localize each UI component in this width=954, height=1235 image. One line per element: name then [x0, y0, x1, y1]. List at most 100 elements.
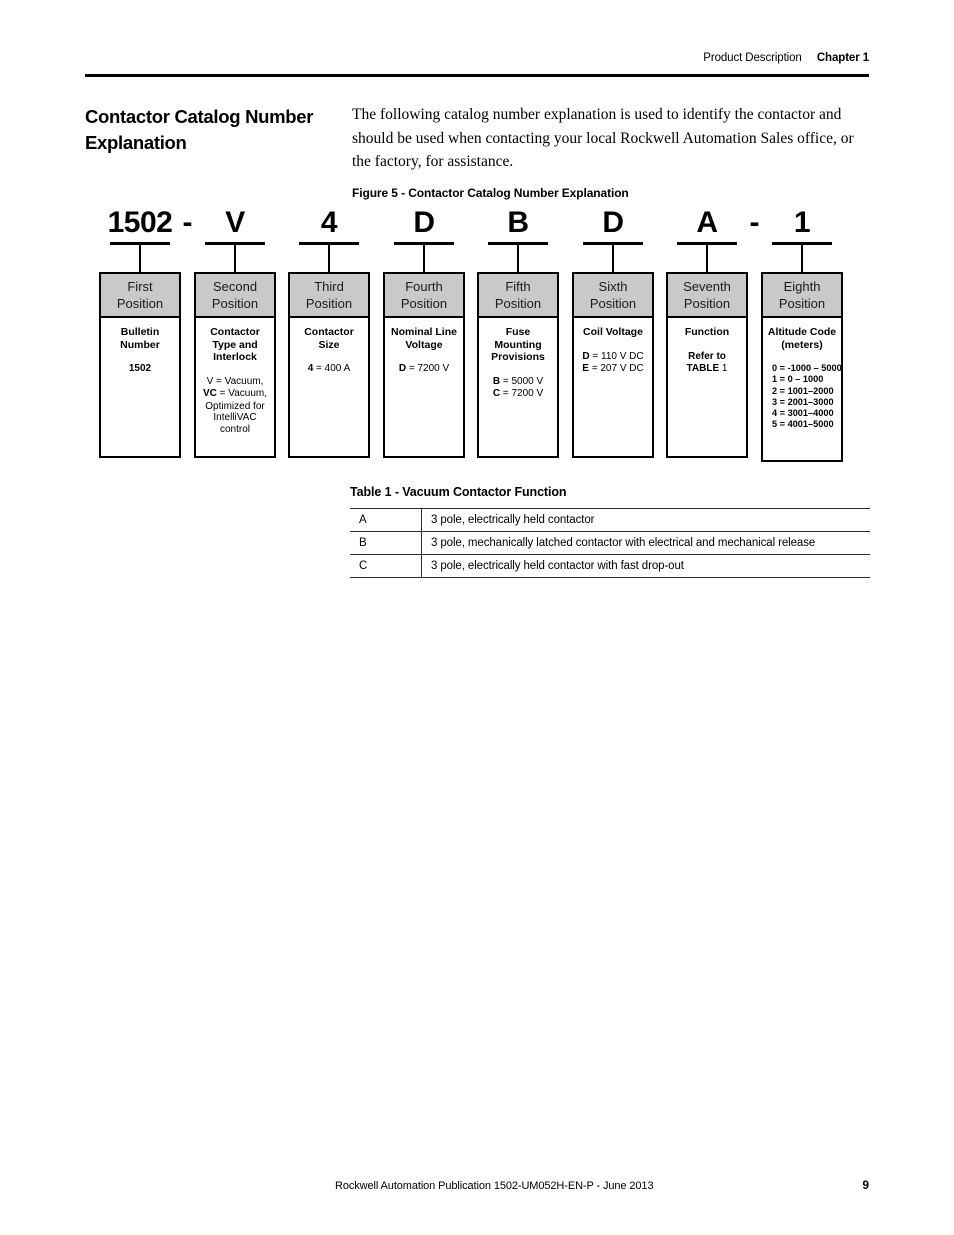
altitude-code-list: 0 = -1000 – 5000 1 = 0 – 1000 2 = 1001–200…: [766, 363, 842, 431]
position-box-title-8: Altitude Code (meters): [767, 326, 837, 351]
position-box-8: Eighth Position Altitude Code (meters) 0 = …: [761, 272, 843, 462]
catalog-char-5: B: [507, 206, 529, 239]
position-box-title-3: Contactor Size: [304, 326, 354, 351]
position-box-4: Fourth Position Nominal Line Voltage D = 72…: [383, 272, 465, 458]
position-box-header-8: Eighth Position: [763, 274, 841, 318]
position-header-line2-4: Position: [400, 295, 448, 311]
position-box-5: Fifth Position Fuse Mounting Provisions B =…: [477, 272, 559, 458]
position-box-line-5-1: B = 5000 V: [492, 375, 544, 387]
page-title: Contactor Catalog Number Explanation: [85, 106, 314, 153]
intro-paragraph: The following catalog number explanation…: [352, 106, 854, 170]
position-box-body-8: Altitude Code (meters) 0 = -1000 – 5000 1 …: [763, 318, 842, 435]
footer-publication: Rockwell Automation Publication 1502-UM0…: [335, 1180, 654, 1192]
position-box-line-2-1: V = Vacuum,: [206, 375, 264, 387]
catalog-char-3: 4: [320, 206, 338, 239]
altitude-code-item-1: 0 = -1000 – 5000: [772, 363, 842, 373]
position-box-title-2: Contactor Type and Interlock: [210, 326, 260, 363]
position-box-line-3-1: 4 = 400 A: [307, 363, 351, 374]
position-box-line-2-4: IntelliVAC control: [213, 412, 257, 435]
position-box-line-7-1: Refer to: [688, 350, 726, 362]
position-box-title-1: Bulletin Number: [120, 326, 160, 351]
catalog-separator-2: -: [749, 206, 760, 239]
position-box-1: First Position Bulletin Number 1502: [99, 272, 181, 458]
position-box-line-6-1: D = 110 V DC: [582, 350, 644, 362]
table-caption: Table 1 - Vacuum Contactor Function: [350, 485, 567, 499]
position-box-title-5: Fuse Mounting Provisions: [491, 326, 545, 363]
table-cell-code: B: [350, 531, 422, 555]
catalog-connector-line-4: [423, 245, 425, 272]
table-cell-description: 3 pole, mechanically latched contactor w…: [421, 531, 870, 555]
table-cell-description: 3 pole, electrically held contactor: [421, 508, 870, 532]
position-box-3: Third Position Contactor Size 4 = 400 A: [288, 272, 370, 458]
vacuum-contactor-function-table: A3 pole, electrically held contactor B 3 p…: [350, 508, 870, 578]
header-description: Product Description: [703, 52, 802, 64]
position-box-line-1-1: 1502: [128, 363, 152, 374]
catalog-char-6: D: [602, 206, 624, 239]
position-box-line-2-3: Optimized for: [205, 400, 265, 412]
position-header-line2-6: Position: [589, 295, 637, 311]
position-box-body-5: Fuse Mounting Provisions B = 5000 VC = 72…: [479, 318, 557, 405]
position-box-line-4-1: D = 7200 V: [398, 363, 450, 374]
altitude-code-item-2: 1 = 0 – 1000: [772, 374, 824, 385]
position-box-header-1: First Position: [101, 274, 179, 318]
position-box-6: Sixth Position Coil Voltage D = 110 V DC E =…: [572, 272, 654, 458]
table-cell-code: A: [350, 508, 422, 532]
position-box-line-6-2: E = 207 V DC: [582, 363, 644, 374]
header-rule: [85, 74, 869, 77]
page-footer: Rockwell Automation Publication 1502-UM0…: [335, 1178, 869, 1192]
position-header-line2-1: Position: [116, 295, 164, 311]
position-box-body-6: Coil Voltage D = 110 V DC E = 207 V DC: [574, 318, 652, 380]
position-box-line-2-2: VC = Vacuum,: [202, 388, 268, 399]
catalog-connector-line-8: [801, 245, 803, 272]
position-header-line2-5: Position: [494, 295, 542, 311]
position-header-line1-3: Third: [314, 279, 344, 294]
position-box-title-4: Nominal Line Voltage: [391, 326, 457, 351]
catalog-connector-line-3: [328, 245, 330, 272]
position-header-line1-1: First: [127, 279, 153, 294]
position-box-header-5: Fifth Position: [479, 274, 557, 318]
position-header-line1-5: Fifth: [505, 279, 531, 294]
altitude-code-item-5: 4 = 3001–4000: [772, 408, 834, 419]
position-header-line2-2: Position: [211, 295, 259, 311]
figure-caption: Figure 5 - Contactor Catalog Number Expl…: [352, 186, 629, 200]
position-box-7: Seventh Position Function Refer to TABLE 1: [666, 272, 748, 458]
catalog-char-4: D: [413, 206, 435, 239]
position-header-line2-7: Position: [683, 295, 731, 311]
altitude-code-item-4: 3 = 2001–3000: [772, 396, 834, 407]
table-cell-code: C: [350, 554, 422, 578]
position-box-body-2: Contactor Type and Interlock V = Vacuum, V…: [196, 318, 274, 439]
position-header-line1-8: Eighth: [783, 279, 821, 294]
position-box-header-7: Seventh Position: [668, 274, 746, 318]
catalog-connector-line-7: [706, 245, 708, 272]
table-cell-description: 3 pole, electrically held contactor with…: [421, 554, 870, 578]
table-row: C3 pole, electrically held contactor wit…: [350, 554, 870, 578]
altitude-code-item-6: 5 = 4001–5000: [772, 419, 834, 430]
catalog-number-diagram: 1502 First Position Bulletin Number 1502 V Sec…: [85, 206, 875, 468]
table-row: B3 pole, mechanically latched contactor …: [350, 531, 870, 555]
catalog-separator-1: -: [182, 206, 193, 239]
position-header-line1-2: Second: [212, 279, 258, 294]
position-box-body-1: Bulletin Number 1502: [101, 318, 179, 380]
catalog-connector-line-1: [139, 245, 141, 272]
position-box-body-7: Function Refer to TABLE 1: [668, 318, 746, 380]
position-box-header-3: Third Position: [290, 274, 368, 318]
position-box-2: Second Position Contactor Type and Interlo…: [194, 272, 276, 458]
position-box-header-2: Second Position: [196, 274, 274, 318]
position-header-line2-3: Position: [305, 295, 353, 311]
table-row: A3 pole, electrically held contactor: [350, 508, 870, 532]
position-box-line-5-2: C = 7200 V: [492, 388, 544, 399]
running-header: Product Description Chapter 1: [85, 52, 869, 64]
position-box-body-4: Nominal Line Voltage D = 7200 V: [385, 318, 463, 380]
body-column: The following catalog number explanation…: [352, 103, 870, 174]
position-box-body-3: Contactor Size 4 = 400 A: [290, 318, 368, 380]
position-header-line2-8: Position: [778, 295, 826, 311]
altitude-code-item-3: 2 = 1001–2000: [772, 385, 834, 396]
position-box-header-6: Sixth Position: [574, 274, 652, 318]
position-box-title-6: Coil Voltage: [583, 326, 643, 338]
footer-page-number: 9: [862, 1178, 869, 1192]
catalog-connector-line-2: [234, 245, 236, 272]
header-chapter: Chapter 1: [816, 52, 869, 64]
catalog-connector-line-5: [517, 245, 519, 272]
position-box-title-7: Function: [684, 326, 730, 338]
position-header-line1-4: Fourth: [405, 279, 443, 294]
